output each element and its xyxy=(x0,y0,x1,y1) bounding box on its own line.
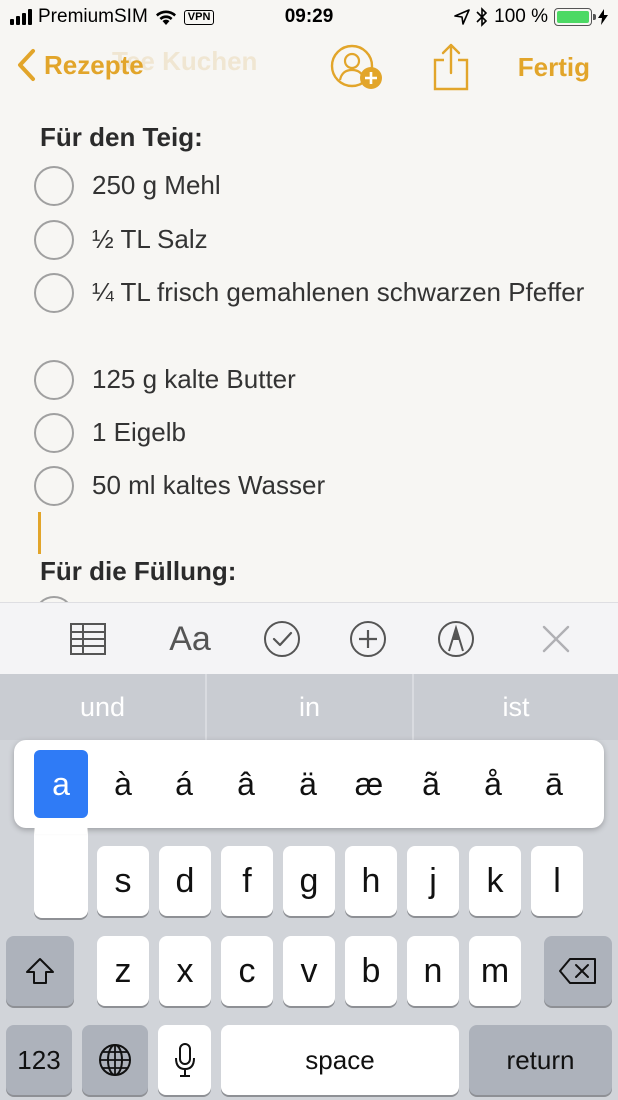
key-s[interactable]: s xyxy=(97,846,149,916)
prediction-suggestion[interactable]: und xyxy=(0,674,205,740)
key-n[interactable]: n xyxy=(407,936,459,1006)
space-key[interactable]: space xyxy=(221,1025,459,1095)
globe-key[interactable] xyxy=(82,1025,148,1095)
prediction-suggestion[interactable]: ist xyxy=(414,674,618,740)
prediction-suggestion[interactable]: in xyxy=(207,674,412,740)
back-button-label: Rezepte xyxy=(44,49,144,80)
checklist-item-text[interactable]: ¼ TL frisch gemahlenen schwarzen Pfeffer xyxy=(92,276,592,309)
numbers-key[interactable]: 123 xyxy=(6,1025,72,1095)
add-icon xyxy=(350,621,386,657)
format-toolbar: Aa xyxy=(0,602,618,674)
accent-option[interactable]: æ xyxy=(342,750,396,818)
shift-key[interactable] xyxy=(6,936,74,1006)
share-icon[interactable] xyxy=(432,42,470,92)
key-z[interactable]: z xyxy=(97,936,149,1006)
key-g[interactable]: g xyxy=(283,846,335,916)
key-l[interactable]: l xyxy=(531,846,583,916)
accent-option[interactable]: à xyxy=(96,750,150,818)
add-button[interactable] xyxy=(346,617,390,661)
checkbox-circle-icon[interactable] xyxy=(34,220,74,260)
chevron-left-icon xyxy=(18,49,35,81)
checkbox-circle-icon[interactable] xyxy=(34,360,74,400)
key-c[interactable]: c xyxy=(221,936,273,1006)
battery-icon xyxy=(554,8,596,26)
checkbox-circle-icon[interactable] xyxy=(34,413,74,453)
backspace-icon xyxy=(559,958,596,984)
key-d[interactable]: d xyxy=(159,846,211,916)
checkbox-circle-icon[interactable] xyxy=(34,166,74,206)
accent-option-selected[interactable]: a xyxy=(34,750,88,818)
back-button[interactable]: Rezepte xyxy=(16,48,144,82)
battery-percent: 100 % xyxy=(494,6,548,27)
battery-fill xyxy=(557,11,589,23)
charging-bolt-icon xyxy=(598,9,608,25)
accent-popup: a à á â ä æ ã å ā xyxy=(14,740,604,828)
dictation-key[interactable] xyxy=(158,1025,211,1095)
return-key[interactable]: return xyxy=(469,1025,612,1095)
key-m[interactable]: m xyxy=(469,936,521,1006)
location-icon xyxy=(454,9,470,25)
text-cursor xyxy=(38,512,41,554)
accent-option[interactable]: á xyxy=(157,750,211,818)
microphone-icon xyxy=(174,1043,195,1077)
globe-icon xyxy=(99,1044,131,1076)
key-x[interactable]: x xyxy=(159,936,211,1006)
table-icon xyxy=(70,623,106,655)
checklist-item-text[interactable]: 250 g Mehl xyxy=(92,169,592,202)
markup-pen-icon xyxy=(438,621,474,657)
delete-key[interactable] xyxy=(544,936,612,1006)
close-icon xyxy=(542,625,570,653)
accent-option[interactable]: ã xyxy=(404,750,458,818)
pressed-key-stem xyxy=(34,826,88,918)
add-person-icon[interactable] xyxy=(330,44,386,92)
checklist-item-text[interactable]: 1 Eigelb xyxy=(92,416,592,449)
predictive-bar: und in ist xyxy=(0,674,618,740)
navigation-bar: Tee Kuchen Rezepte Fertig xyxy=(0,38,618,100)
status-bar: PremiumSIM VPN 09:29 100 % xyxy=(0,0,618,34)
checklist-item-text[interactable]: 125 g kalte Butter xyxy=(92,363,592,396)
accent-option[interactable]: â xyxy=(219,750,273,818)
shift-arrow-icon xyxy=(26,958,54,984)
key-j[interactable]: j xyxy=(407,846,459,916)
checklist-button[interactable] xyxy=(260,617,304,661)
accent-option[interactable]: ä xyxy=(281,750,335,818)
key-b[interactable]: b xyxy=(345,936,397,1006)
checkbox-circle-icon[interactable] xyxy=(34,273,74,313)
status-right: 100 % xyxy=(454,6,608,28)
done-button[interactable]: Fertig xyxy=(518,52,590,83)
checklist-item-text[interactable]: ½ TL Salz xyxy=(92,223,592,256)
key-k[interactable]: k xyxy=(469,846,521,916)
bluetooth-icon xyxy=(476,7,488,27)
text-format-icon[interactable]: Aa xyxy=(160,617,220,661)
key-f[interactable]: f xyxy=(221,846,273,916)
checklist-icon xyxy=(264,621,300,657)
key-v[interactable]: v xyxy=(283,936,335,1006)
note-content[interactable]: Für den Teig: 250 g Mehl ½ TL Salz ¼ TL … xyxy=(0,100,618,602)
close-keyboard-button[interactable] xyxy=(534,617,578,661)
markup-button[interactable] xyxy=(434,617,478,661)
heading-filling: Für die Füllung: xyxy=(40,556,237,586)
checkbox-circle-icon[interactable] xyxy=(34,466,74,506)
popup-connector xyxy=(35,820,87,834)
accent-option[interactable]: å xyxy=(466,750,520,818)
checklist-item-text[interactable]: 50 ml kaltes Wasser xyxy=(92,469,592,502)
key-h[interactable]: h xyxy=(345,846,397,916)
accent-option[interactable]: ā xyxy=(527,750,581,818)
heading-dough: Für den Teig: xyxy=(40,122,203,152)
table-button[interactable] xyxy=(66,617,110,661)
